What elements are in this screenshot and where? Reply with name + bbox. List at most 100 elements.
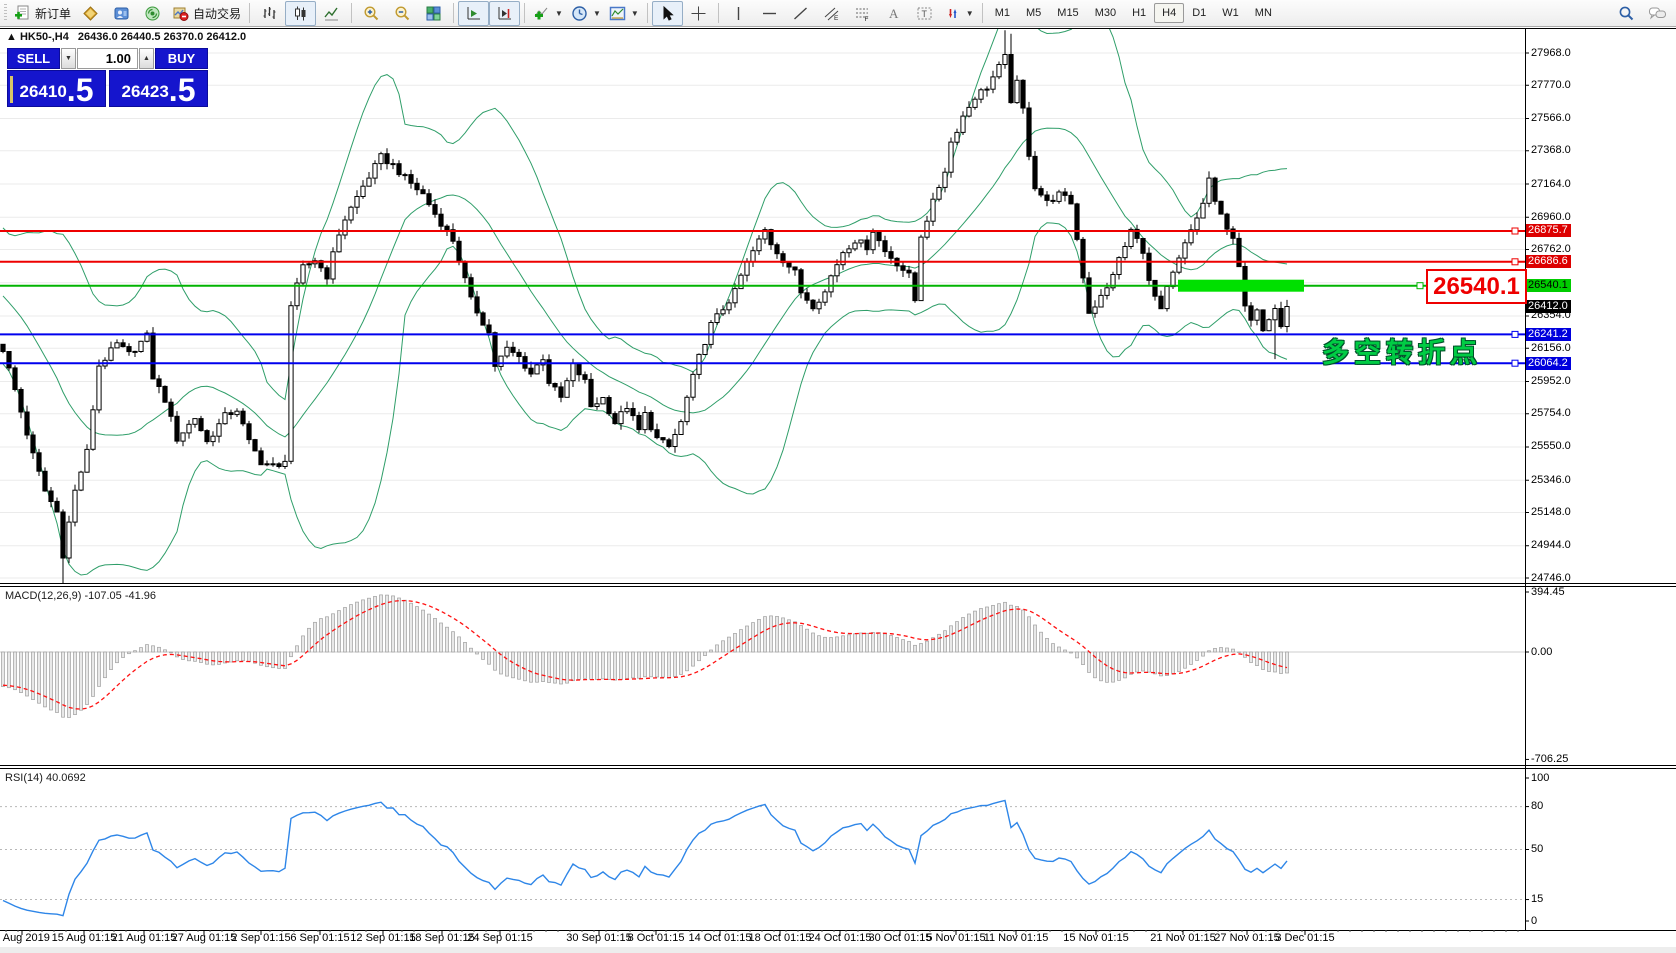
publisher-button[interactable] [106, 1, 137, 26]
search-button[interactable] [1611, 1, 1642, 26]
cursor-button[interactable] [652, 1, 683, 26]
bar-chart-button[interactable] [254, 1, 285, 26]
new-order-label: 新订单 [35, 5, 71, 22]
label-icon: T [916, 5, 933, 22]
chart-canvas[interactable] [0, 28, 1676, 953]
svg-text:T: T [921, 9, 927, 19]
time-axis-label: 30 Sep 01:15 [566, 932, 631, 944]
toolbar-separator [453, 3, 454, 23]
trade-panel-top-row: SELL ▼ 1.00 ▲ BUY [7, 48, 208, 69]
timeframe-group: M1M5M15M30H1H4D1W1MN [987, 3, 1280, 23]
time-axis-label: 3 Dec 01:15 [1275, 932, 1334, 944]
candlestick-chart-button[interactable] [285, 1, 316, 26]
sell-price-pips: .5 [67, 75, 94, 105]
rsi-scale-label: 50 [1531, 843, 1543, 856]
fibonacci-button[interactable]: F [847, 1, 878, 26]
timeframe-d1[interactable]: D1 [1184, 3, 1214, 23]
chat-button[interactable] [1642, 1, 1673, 26]
zoom-out-button[interactable] [387, 1, 418, 26]
indicators-dropdown-caret[interactable]: ▼ [555, 9, 563, 18]
svg-text:A: A [889, 6, 899, 21]
collapse-arrow-icon[interactable]: ▲ [6, 31, 17, 43]
sell-volume-bar [10, 76, 13, 103]
price-tick-label: 25952.0 [1531, 375, 1571, 388]
volume-decrease-button[interactable]: ▼ [61, 48, 76, 69]
indicators-button[interactable]: ▼ [529, 1, 567, 26]
trendline-icon [792, 5, 809, 22]
toolbar-grip[interactable] [4, 4, 7, 22]
current-price-tag: 26412.0 [1526, 300, 1571, 313]
trendline-button[interactable] [785, 1, 816, 26]
equidistant-channel-button[interactable]: E [816, 1, 847, 26]
volume-input[interactable]: 1.00 [77, 48, 138, 69]
level-price-tag: 26875.7 [1526, 224, 1571, 237]
periods-dropdown-caret[interactable]: ▼ [593, 9, 601, 18]
price-tick-label: 26960.0 [1531, 211, 1571, 224]
periods-button[interactable]: ▼ [567, 1, 605, 26]
chat-icon [1648, 5, 1667, 22]
text-label-button[interactable]: T [909, 1, 940, 26]
one-click-trade-panel: SELL ▼ 1.00 ▲ BUY 26410 .5 26423 .5 [7, 48, 208, 107]
time-axis-label: 11 Nov 01:15 [984, 932, 1049, 944]
time-axis-label: 21 Aug 01:15 [112, 932, 177, 944]
timeframe-mn[interactable]: MN [1247, 3, 1280, 23]
tile-windows-icon [425, 5, 442, 22]
buy-price-box[interactable]: 26423 .5 [109, 70, 208, 107]
macd-scale-label: -706.25 [1531, 753, 1568, 766]
autotrading-button[interactable]: 自动交易 [168, 1, 245, 26]
volume-increase-button[interactable]: ▲ [139, 48, 154, 69]
zoom-in-icon [363, 5, 380, 22]
time-axis-label: 6 Sep 01:15 [290, 932, 349, 944]
arrows-button[interactable]: ▼ [940, 1, 978, 26]
autotrading-icon [172, 5, 189, 22]
line-chart-button[interactable] [316, 1, 347, 26]
timeframe-m1[interactable]: M1 [987, 3, 1018, 23]
text-button[interactable]: A [878, 1, 909, 26]
chart-symbol-info: ▲ HK50-,H4 26436.0 26440.5 26370.0 26412… [6, 31, 246, 43]
sell-button[interactable]: SELL [7, 48, 60, 69]
timeframe-h1[interactable]: H1 [1124, 3, 1154, 23]
templates-dropdown-caret[interactable]: ▼ [631, 9, 639, 18]
timeframe-h4[interactable]: H4 [1154, 3, 1184, 23]
signal-icon [144, 5, 161, 22]
chart-shift-button[interactable] [489, 1, 520, 26]
time-axis-label: 12 Sep 01:15 [350, 932, 415, 944]
gold-diamond-icon [82, 5, 99, 22]
crosshair-button[interactable] [683, 1, 714, 26]
indicators-icon [533, 5, 550, 22]
signals-button[interactable] [137, 1, 168, 26]
cursor-icon [659, 5, 676, 22]
auto-scroll-icon [465, 5, 482, 22]
line-chart-icon [323, 5, 340, 22]
rsi-scale-label: 80 [1531, 800, 1543, 813]
arrows-dropdown-caret[interactable]: ▼ [966, 9, 974, 18]
chart-shift-icon [496, 5, 513, 22]
price-tick-label: 25148.0 [1531, 506, 1571, 519]
new-order-button[interactable]: 新订单 [10, 1, 75, 26]
pivot-price-callout[interactable]: 26540.1 [1426, 269, 1527, 304]
buy-button[interactable]: BUY [155, 48, 208, 69]
vertical-line-button[interactable] [723, 1, 754, 26]
rsi-label: RSI(14) 40.0692 [5, 772, 86, 784]
time-axis-label: 2 Sep 01:15 [231, 932, 290, 944]
auto-scroll-button[interactable] [458, 1, 489, 26]
timeframe-m5[interactable]: M5 [1018, 3, 1049, 23]
sell-price-box[interactable]: 26410 .5 [7, 70, 106, 107]
fibonacci-icon: F [854, 5, 871, 22]
level-price-tag: 26064.2 [1526, 357, 1571, 370]
search-icon [1618, 5, 1635, 22]
market-watch-button[interactable] [75, 1, 106, 26]
timeframe-w1[interactable]: W1 [1214, 3, 1247, 23]
timeframe-m30[interactable]: M30 [1087, 3, 1124, 23]
timeframe-m15[interactable]: M15 [1049, 3, 1086, 23]
price-tick-label: 27368.0 [1531, 144, 1571, 157]
tile-windows-button[interactable] [418, 1, 449, 26]
svg-text:E: E [834, 15, 839, 22]
zoom-in-button[interactable] [356, 1, 387, 26]
bull-bear-pivot-note[interactable]: 多空转折点 [1322, 331, 1482, 370]
bottom-status-strip [0, 947, 1676, 953]
time-axis-label: 27 Aug 01:15 [172, 932, 237, 944]
macd-scale-label: 394.45 [1531, 586, 1565, 599]
templates-button[interactable]: ▼ [605, 1, 643, 26]
horizontal-line-button[interactable] [754, 1, 785, 26]
